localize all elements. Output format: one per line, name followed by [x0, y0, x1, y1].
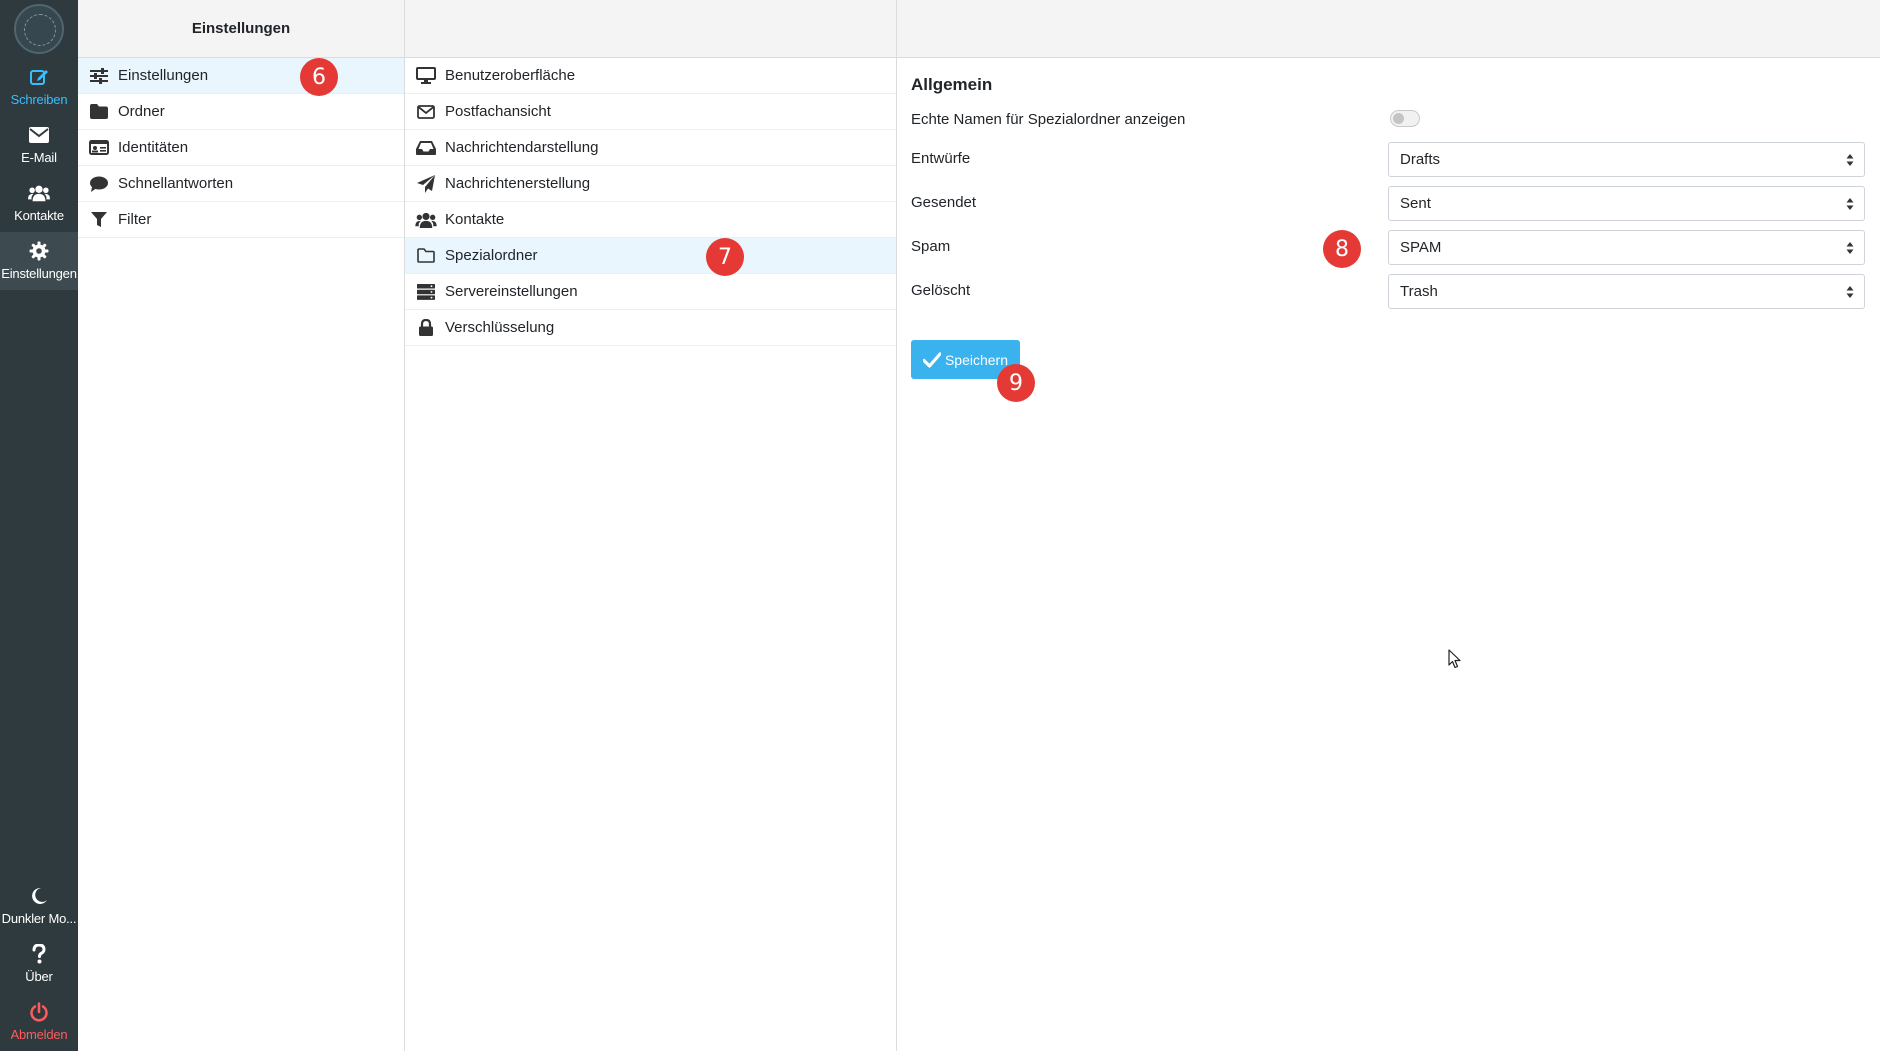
section-item-kontakte[interactable]: Kontakte: [405, 202, 896, 238]
settings-item-label: Schnellantworten: [118, 175, 234, 192]
step-badge: 9: [997, 364, 1035, 402]
section-item-label: Nachrichtenerstellung: [445, 175, 591, 192]
nav-about-label: Über: [25, 969, 53, 984]
show-real-names-label: Echte Namen für Spezialordner anzeigen: [911, 111, 1186, 128]
sent-label: Gesendet: [911, 194, 977, 211]
section-title: Allgemein: [911, 75, 993, 94]
envelope-icon: [415, 102, 437, 122]
nav-about-button[interactable]: Über: [0, 935, 78, 993]
step-badge: 7: [706, 238, 744, 276]
users-icon: [415, 210, 437, 230]
nav-compose-label: Schreiben: [10, 92, 68, 107]
filter-icon: [88, 210, 110, 230]
settings-item-label: Identitäten: [118, 139, 189, 156]
nav-settings-button[interactable]: Einstellungen: [0, 232, 78, 290]
spam-select[interactable]: SPAM: [1388, 230, 1865, 265]
drafts-select-value: Drafts: [1400, 151, 1441, 168]
drafts-label: Entwürfe: [911, 150, 971, 167]
drafts-select[interactable]: Drafts: [1388, 142, 1865, 177]
sort-arrows-icon: [1846, 198, 1854, 210]
mouse-cursor-icon: [1448, 649, 1461, 669]
sliders-icon: [88, 66, 110, 86]
save-button-label: Speichern: [944, 351, 1009, 368]
moon-icon: [28, 885, 50, 907]
sent-select-value: Sent: [1400, 195, 1431, 212]
nav-darkmode-label: Dunkler Mo...: [1, 911, 77, 926]
nav-mail-button[interactable]: E-Mail: [0, 116, 78, 174]
app-nav: Schreiben E-Mail Kontakte Einstellungen …: [0, 0, 78, 1051]
settings-column-title: Einstellungen: [191, 20, 291, 37]
show-real-names-toggle[interactable]: [1390, 110, 1420, 127]
nav-darkmode-button[interactable]: Dunkler Mo...: [0, 877, 78, 935]
monitor-icon: [415, 66, 437, 86]
section-item-label: Servereinstellungen: [445, 283, 578, 300]
comment-icon: [88, 174, 110, 194]
sort-arrows-icon: [1846, 154, 1854, 166]
settings-category-list: Einstellungen Ordner Identitäten Schnell…: [78, 58, 405, 1051]
gear-icon: [28, 240, 50, 262]
spam-select-value: SPAM: [1400, 239, 1442, 256]
question-icon: [28, 943, 50, 965]
settings-item-schnellantworten[interactable]: Schnellantworten: [78, 166, 404, 202]
sent-select[interactable]: Sent: [1388, 186, 1865, 221]
section-item-nachrichtenerstellung[interactable]: Nachrichtenerstellung: [405, 166, 896, 202]
settings-item-label: Ordner: [118, 103, 165, 120]
trash-select-value: Trash: [1400, 283, 1438, 300]
server-icon: [415, 282, 437, 302]
logo: [14, 4, 64, 54]
subsettings-column-header: [405, 0, 897, 58]
users-icon: [28, 182, 50, 204]
nav-logout-button[interactable]: Abmelden: [0, 993, 78, 1051]
section-item-spezialordner[interactable]: Spezialordner: [405, 238, 896, 274]
settings-column-header: Einstellungen: [78, 0, 405, 58]
settings-item-identitaeten[interactable]: Identitäten: [78, 130, 404, 166]
special-folders-panel: Allgemein Echte Namen für Spezialordner …: [897, 58, 1880, 1051]
nav-contacts-label: Kontakte: [14, 208, 64, 223]
section-item-label: Kontakte: [445, 211, 505, 228]
sort-arrows-icon: [1846, 242, 1854, 254]
spam-label: Spam: [911, 238, 951, 255]
nav-contacts-button[interactable]: Kontakte: [0, 174, 78, 232]
section-item-nachrichtendarstellung[interactable]: Nachrichtendarstellung: [405, 130, 896, 166]
nav-logout-label: Abmelden: [10, 1027, 68, 1042]
folder-open-icon: [415, 246, 437, 266]
settings-item-label: Filter: [118, 211, 152, 228]
settings-item-filter[interactable]: Filter: [78, 202, 404, 238]
folder-icon: [88, 102, 110, 122]
settings-item-einstellungen[interactable]: Einstellungen: [78, 58, 404, 94]
settings-item-label: Einstellungen: [118, 67, 209, 84]
settings-item-ordner[interactable]: Ordner: [78, 94, 404, 130]
inbox-icon: [415, 138, 437, 158]
power-icon: [28, 1001, 50, 1023]
section-item-benutzeroberflaeche[interactable]: Benutzeroberfläche: [405, 58, 896, 94]
section-item-label: Nachrichtendarstellung: [445, 139, 599, 156]
edit-icon: [28, 66, 50, 88]
sort-arrows-icon: [1846, 286, 1854, 298]
id-card-icon: [88, 138, 110, 158]
nav-settings-label: Einstellungen: [1, 266, 77, 281]
section-item-label: Benutzeroberfläche: [445, 67, 576, 84]
section-item-label: Verschlüsselung: [445, 319, 555, 336]
section-item-label: Postfachansicht: [445, 103, 551, 120]
section-item-verschluesselung[interactable]: Verschlüsselung: [405, 310, 896, 346]
content-header: [897, 0, 1880, 58]
nav-mail-label: E-Mail: [21, 150, 57, 165]
section-item-servereinstellungen[interactable]: Servereinstellungen: [405, 274, 896, 310]
nav-compose-button[interactable]: Schreiben: [0, 58, 78, 116]
trash-label: Gelöscht: [911, 282, 971, 299]
lock-icon: [415, 318, 437, 338]
trash-select[interactable]: Trash: [1388, 274, 1865, 309]
envelope-icon: [28, 124, 50, 146]
step-badge: 6: [300, 58, 338, 96]
step-badge: 8: [1323, 230, 1361, 268]
paper-plane-icon: [415, 174, 437, 194]
checkmark-icon: [922, 351, 941, 368]
section-item-postfachansicht[interactable]: Postfachansicht: [405, 94, 896, 130]
section-item-label: Spezialordner: [445, 247, 538, 264]
settings-section-list: Benutzeroberfläche Postfachansicht Nachr…: [405, 58, 897, 1051]
